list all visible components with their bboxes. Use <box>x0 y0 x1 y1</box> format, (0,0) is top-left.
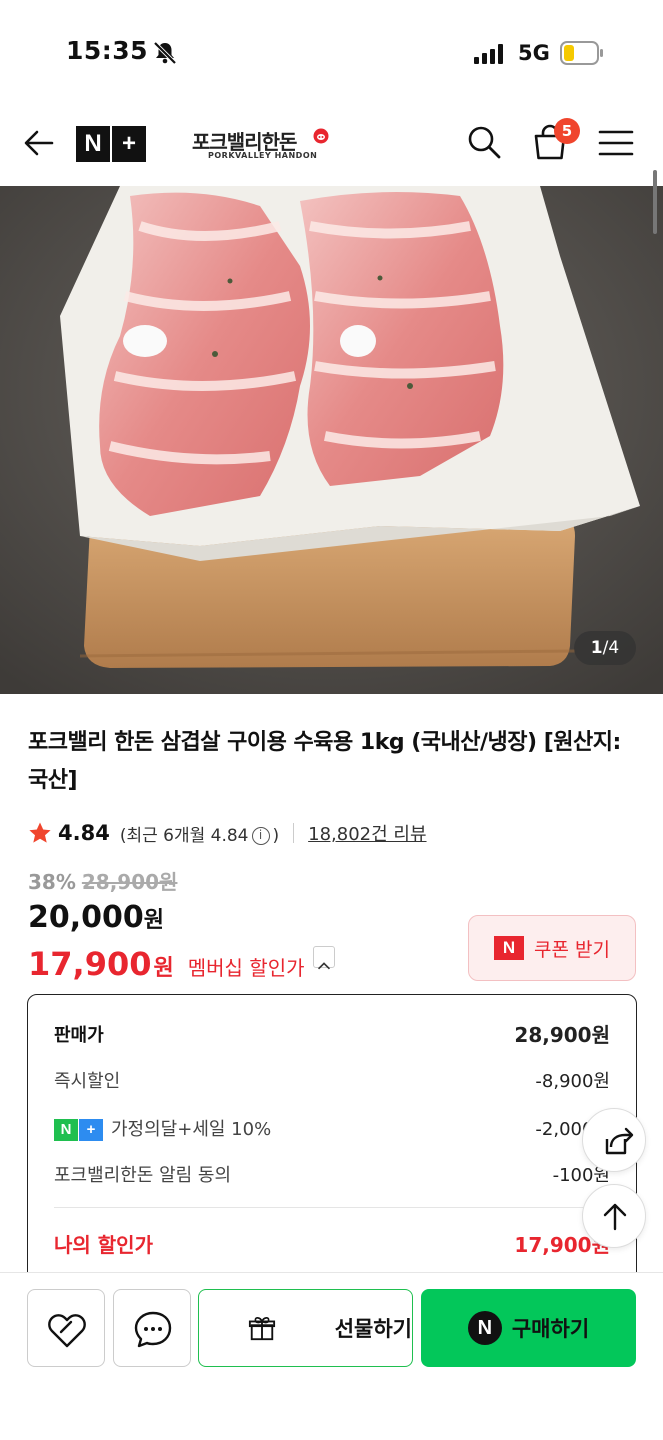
rating-recent: (최근 6개월 4.84 i) <box>120 821 279 846</box>
naver-coupon-icon: N <box>494 936 525 960</box>
nplus-logo-n: N <box>76 126 110 162</box>
sale-price-unit: 원 <box>143 908 165 933</box>
image-counter-current: 1 <box>590 638 603 658</box>
product-title: 포크밸리 한돈 삼겹살 구이용 수육용 1kg (국내산/냉장) [원산지:국산… <box>28 730 621 793</box>
gift-label: 선물하기 <box>334 1317 412 1341</box>
nplus-logo[interactable]: N + <box>76 126 146 162</box>
price-breakdown: 판매가 28,900원 즉시할인 -8,900원 N + 가정의달+세일 10% -… <box>27 994 637 1294</box>
hamburger-menu-icon[interactable] <box>598 128 634 158</box>
status-bar: 15:35 5G <box>0 0 663 100</box>
breakdown-label: 판매가 <box>54 1024 104 1046</box>
breakdown-label: 포크밸리한돈 알림 동의 <box>54 1165 232 1186</box>
brand-logo[interactable]: 포크밸리한돈 PORKVALLEY HANDON <box>192 126 342 166</box>
buy-label: 구매하기 <box>511 1317 590 1341</box>
rating-recent-suffix: ) <box>272 825 280 846</box>
chat-bubble-icon <box>134 1311 172 1348</box>
image-counter: 1/4 <box>574 631 636 665</box>
rating-recent-prefix: (최근 6개월 4.84 <box>119 825 249 846</box>
bell-off-icon <box>153 41 177 65</box>
back-arrow-icon[interactable] <box>22 126 56 160</box>
gift-icon <box>248 1317 275 1341</box>
signal-icon <box>474 44 503 64</box>
nplus-logo-plus: + <box>112 126 146 162</box>
coupon-label: 쿠폰 받기 <box>534 938 610 961</box>
star-icon <box>29 822 51 843</box>
arrow-up-icon <box>603 1203 627 1231</box>
final-price-label: 나의 할인가 <box>54 1233 153 1257</box>
rating-row: 4.84 (최근 6개월 4.84 i) 18,802건 리뷰 <box>28 818 427 848</box>
naver-pay-icon: N <box>467 1311 502 1345</box>
member-price: 17,900 원 멤버십 할인가 <box>28 944 335 983</box>
breakdown-row: 판매가 28,900원 <box>54 1019 610 1048</box>
cart-count-badge: 5 <box>554 118 580 144</box>
image-counter-total: /4 <box>602 638 620 658</box>
breakdown-value: 28,900원 <box>514 1023 610 1047</box>
chevron-up-icon[interactable] <box>312 946 335 970</box>
product-image[interactable] <box>0 186 663 694</box>
share-button[interactable] <box>582 1108 646 1172</box>
brand-subtitle: PORKVALLEY HANDON <box>208 151 318 160</box>
scroll-to-top-button[interactable] <box>582 1184 646 1248</box>
breakdown-label-text: 가정의달+세일 10% <box>111 1119 272 1140</box>
breakdown-row: 포크밸리한돈 알림 동의 -100원 <box>54 1161 610 1187</box>
search-icon[interactable] <box>466 124 502 160</box>
bottom-action-bar: 선물하기 N 구매하기 <box>0 1272 663 1440</box>
buy-button[interactable]: N 구매하기 <box>421 1289 636 1367</box>
sale-price: 20,000원 <box>28 900 164 935</box>
pork-belly-photo <box>0 186 663 694</box>
info-icon[interactable]: i <box>251 826 270 845</box>
sale-price-value: 20,000 <box>28 900 144 935</box>
gift-button[interactable]: 선물하기 <box>198 1289 413 1367</box>
member-price-unit: 원 <box>153 956 174 981</box>
member-price-label: 멤버십 할인가 <box>187 956 305 980</box>
pig-logo-icon <box>313 128 329 144</box>
breakdown-label: N + 가정의달+세일 10% <box>54 1115 271 1141</box>
battery-icon <box>560 41 603 65</box>
scroll-indicator <box>653 170 657 234</box>
breakdown-row: 즉시할인 -8,900원 <box>54 1067 610 1093</box>
heart-icon <box>48 1314 86 1348</box>
talk-talk-button[interactable] <box>113 1289 191 1367</box>
rating-score: 4.84 <box>58 821 110 845</box>
network-type: 5G <box>518 41 550 65</box>
member-price-value: 17,900 <box>28 945 152 983</box>
breakdown-row: N + 가정의달+세일 10% -2,000원 <box>54 1115 610 1141</box>
breakdown-divider <box>54 1207 610 1208</box>
nplus-badge-icon: N + <box>54 1119 103 1141</box>
original-price: 28,900원 <box>81 870 178 894</box>
discount-row: 38% 28,900원 <box>28 866 177 895</box>
rating-divider <box>293 823 295 843</box>
breakdown-value: -8,900원 <box>535 1071 610 1092</box>
wishlist-button[interactable] <box>27 1289 105 1367</box>
breakdown-label: 즉시할인 <box>54 1071 121 1092</box>
status-time: 15:35 <box>66 36 149 65</box>
share-icon <box>605 1127 634 1155</box>
final-price-row: 나의 할인가 17,900원 <box>54 1229 610 1258</box>
coupon-button[interactable]: N 쿠폰 받기 <box>468 915 636 981</box>
review-count-link[interactable]: 18,802건 리뷰 <box>308 820 426 846</box>
discount-rate: 38% <box>28 870 76 894</box>
